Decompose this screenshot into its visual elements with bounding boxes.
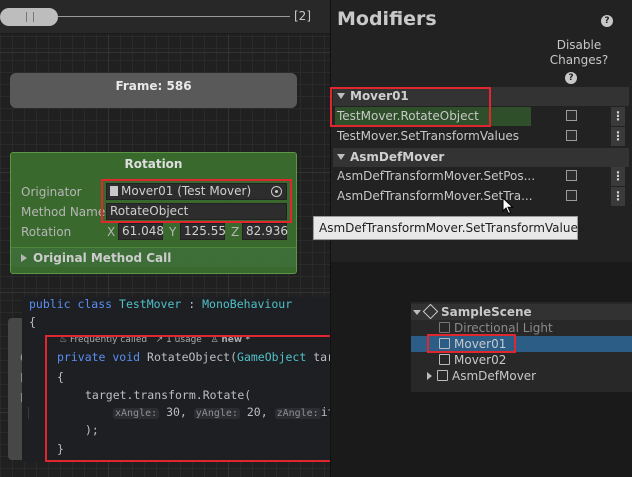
group-header-asmdefmover[interactable]: AsmDefMover (333, 148, 629, 167)
disable-checkbox[interactable] (566, 170, 577, 181)
scene-row[interactable]: SampleScene (411, 303, 632, 320)
indent-guide (28, 407, 29, 419)
original-method-call-label: Original Method Call (33, 251, 172, 265)
unity-icon (422, 303, 439, 320)
modifier-item[interactable]: TestMover.SetTransformValues (335, 127, 605, 146)
foldout-open-icon (337, 154, 345, 160)
modifier-item[interactable]: AsmDefTransformMover.SetPos... (335, 167, 605, 186)
grip-icon (26, 12, 34, 22)
highlight-box-originator (101, 179, 292, 223)
foldout-arrow-icon (427, 372, 432, 380)
frame-label: Frame: 586 (115, 79, 192, 93)
help-icon[interactable]: ? (565, 72, 577, 84)
more-options-icon[interactable]: ⋮ (611, 127, 625, 146)
group-name: AsmDefMover (350, 150, 445, 164)
rotation-z-field[interactable]: 82.936 (242, 223, 288, 240)
originator-label: Originator (21, 185, 82, 199)
z-label: Z (231, 225, 240, 239)
highlight-box-code (45, 335, 330, 462)
more-options-icon[interactable]: ⋮ (611, 167, 625, 186)
rotation-label: Rotation (21, 225, 72, 239)
x-label: X (107, 225, 116, 239)
hierarchy-item[interactable]: AsmDefMover (411, 368, 632, 384)
timeline-track[interactable] (58, 16, 290, 17)
timeline-count: [2] (294, 9, 311, 23)
rotation-x-field[interactable]: 61.048 (118, 223, 164, 240)
modifier-item[interactable]: AsmDefTransformMover.SetTra... (335, 187, 605, 206)
y-label: Y (169, 225, 177, 239)
original-method-call-foldout[interactable]: Original Method Call (11, 247, 296, 267)
frame-node[interactable]: Frame: 586 (10, 73, 297, 108)
method-name-label: Method Name (21, 205, 106, 219)
gameobject-icon (439, 322, 450, 333)
highlight-box-hierarchy (427, 334, 516, 353)
class-declaration: public class TestMover : MonoBehaviour (29, 297, 293, 311)
mouse-cursor-icon (502, 197, 514, 215)
scene-name: SampleScene (441, 305, 532, 319)
disable-checkbox[interactable] (566, 110, 577, 121)
modifiers-title: Modifiers (337, 8, 437, 30)
gameobject-icon (439, 354, 450, 365)
class-open-brace: { (29, 315, 36, 329)
node-title: Rotation (124, 157, 183, 171)
highlight-box-modifier (330, 87, 491, 127)
more-options-icon[interactable]: ⋮ (611, 107, 625, 126)
disable-checkbox[interactable] (566, 130, 577, 141)
disable-checkbox[interactable] (566, 190, 577, 201)
more-options-icon[interactable]: ⋮ (611, 187, 625, 206)
tooltip: AsmDefTransformMover.SetTransformValues (313, 216, 584, 240)
rotation-y-field[interactable]: 125.55 (180, 223, 226, 240)
disable-changes-label: Disable Changes? (549, 38, 609, 67)
foldout-arrow-icon (21, 254, 27, 262)
gameobject-icon (437, 370, 448, 381)
help-icon[interactable]: ? (601, 15, 613, 27)
hierarchy-item[interactable]: Mover02 (411, 352, 632, 368)
timeline-toolbar: [2] (0, 0, 330, 34)
graph-view[interactable]: [2] Frame: 586 Rotation Originator Mover… (0, 0, 330, 477)
foldout-open-icon (413, 310, 421, 315)
